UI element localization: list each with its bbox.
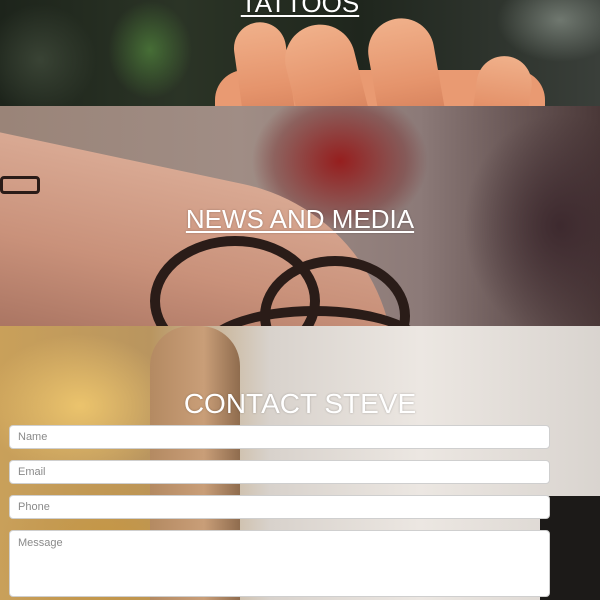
tattoos-link[interactable]: TATTOOS xyxy=(241,0,359,18)
news-and-media-link[interactable]: NEWS AND MEDIA xyxy=(186,204,414,234)
hand-photo-finger xyxy=(277,17,373,106)
email-field[interactable] xyxy=(9,460,550,484)
tattoos-heading: TATTOOS xyxy=(0,0,600,19)
hand-photo-finger xyxy=(362,13,448,106)
contact-heading: CONTACT STEVE xyxy=(183,388,417,419)
news-heading: NEWS AND MEDIA xyxy=(0,204,600,235)
small-tattoo-mark xyxy=(0,176,40,194)
hand-photo-finger xyxy=(469,52,536,106)
name-field[interactable] xyxy=(9,425,550,449)
phone-field[interactable] xyxy=(9,495,550,519)
message-field[interactable] xyxy=(9,530,550,597)
